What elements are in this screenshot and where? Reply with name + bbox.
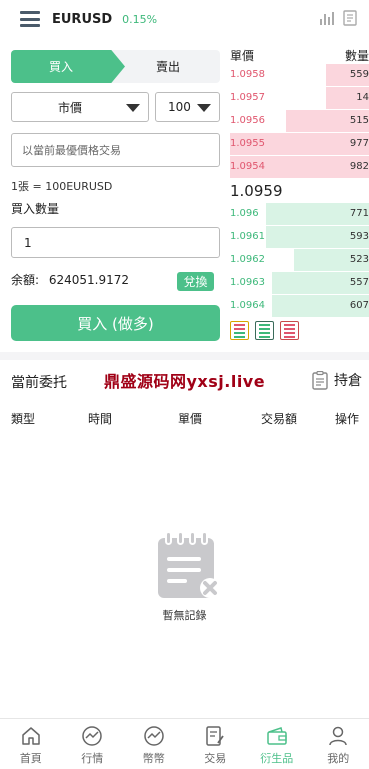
- empty-records-icon: [158, 531, 220, 598]
- quantity-label: 買入數量: [11, 202, 60, 216]
- order-type-select[interactable]: 市價: [11, 92, 149, 122]
- chevron-down-icon: [197, 104, 211, 112]
- nav-home[interactable]: 首頁: [0, 719, 62, 769]
- ask-price: 1.0958: [230, 69, 265, 80]
- document-icon[interactable]: [343, 10, 357, 26]
- balance-label: 余額:: [11, 273, 40, 287]
- order-type-value: 市價: [57, 100, 82, 115]
- bids-only-icon[interactable]: [255, 321, 274, 340]
- column-action: 操作: [335, 412, 360, 426]
- chart-icon[interactable]: [319, 10, 335, 26]
- home-icon: [22, 727, 40, 745]
- column-amount: 交易額: [261, 412, 298, 426]
- bid-row[interactable]: 1.0964 607: [230, 295, 369, 317]
- nav-label: 首頁: [19, 752, 42, 765]
- exchange-button[interactable]: 兌換: [177, 272, 214, 291]
- nav-label: 我的: [327, 752, 350, 765]
- column-time: 時間: [88, 412, 113, 426]
- ask-qty: 982: [349, 161, 369, 172]
- ask-qty: 977: [349, 138, 369, 149]
- nav-label: 交易: [204, 752, 227, 765]
- nav-derivatives[interactable]: 衍生品: [246, 719, 308, 769]
- symbol-name[interactable]: EURUSD: [52, 12, 112, 27]
- nav-coin[interactable]: 幣幣: [123, 719, 185, 769]
- bid-qty: 771: [349, 208, 369, 219]
- coin-icon: [144, 726, 164, 746]
- ask-price: 1.0957: [230, 92, 265, 103]
- bid-qty: 557: [349, 277, 369, 288]
- bid-price: 1.0962: [230, 254, 265, 265]
- last-price: 1.0959: [230, 182, 283, 200]
- orderbook-qty-header: 數量: [344, 49, 369, 63]
- price-field[interactable]: 以當前最優價格交易: [11, 133, 220, 167]
- ask-row[interactable]: 1.0954 982: [230, 156, 369, 178]
- ask-price: 1.0954: [230, 161, 265, 172]
- positions-link[interactable]: 持倉: [312, 370, 362, 390]
- quantity-input[interactable]: 1: [11, 227, 220, 258]
- bid-qty: 607: [349, 300, 369, 311]
- bid-qty: 593: [349, 231, 369, 242]
- price-placeholder: 以當前最優價格交易: [22, 144, 121, 157]
- nav-profile[interactable]: 我的: [308, 719, 369, 769]
- clipboard-icon: [312, 370, 328, 390]
- balance: 余額: 624051.9172: [11, 271, 129, 288]
- profile-icon: [329, 726, 347, 746]
- bid-row[interactable]: 1.096 771: [230, 203, 369, 225]
- column-price: 單價: [178, 412, 203, 426]
- current-orders-title: 當前委托: [11, 375, 67, 391]
- menu-icon[interactable]: [20, 11, 40, 27]
- buy-long-button[interactable]: 買入 (做多): [11, 305, 220, 341]
- bid-price: 1.0963: [230, 277, 265, 288]
- bid-row[interactable]: 1.0963 557: [230, 272, 369, 294]
- amount-select[interactable]: 100: [155, 92, 220, 122]
- wallet-icon: [267, 727, 287, 745]
- lot-info: 1張 = 100EURUSD: [11, 180, 113, 193]
- nav-label: 衍生品: [260, 752, 294, 765]
- ask-qty: 14: [356, 92, 369, 103]
- bid-price: 1.0964: [230, 300, 265, 311]
- orderbook-price-header: 單價: [230, 49, 255, 63]
- trade-icon: [206, 726, 224, 746]
- ask-row[interactable]: 1.0956 515: [230, 110, 369, 132]
- nav-label: 幣幣: [142, 752, 165, 765]
- nav-market[interactable]: 行情: [62, 719, 124, 769]
- chevron-down-icon: [126, 104, 140, 112]
- bid-row[interactable]: 1.0961 593: [230, 226, 369, 248]
- ask-price: 1.0955: [230, 138, 265, 149]
- top-bar: EURUSD 0.15%: [0, 0, 369, 38]
- both-sides-icon[interactable]: [230, 321, 249, 340]
- watermark-text: 鼎盛源码网yxsj.live: [104, 372, 266, 391]
- bottom-nav: 首頁 行情 幣幣 交易 衍生品 我的: [0, 718, 369, 769]
- ask-row[interactable]: 1.0955 977: [230, 133, 369, 155]
- ask-price: 1.0956: [230, 115, 265, 126]
- tab-buy[interactable]: 買入: [11, 50, 125, 83]
- balance-value: 624051.9172: [48, 273, 130, 287]
- ask-row[interactable]: 1.0958 559: [230, 64, 369, 86]
- quantity-value: 1: [24, 235, 32, 250]
- asks-only-icon[interactable]: [280, 321, 299, 340]
- ask-row[interactable]: 1.0957 14: [230, 87, 369, 109]
- empty-records-text: 暫無記錄: [162, 609, 207, 622]
- bid-price: 1.0961: [230, 231, 265, 242]
- bid-qty: 523: [349, 254, 369, 265]
- bid-row[interactable]: 1.0962 523: [230, 249, 369, 271]
- buy-sell-tabs: 賣出 買入: [11, 50, 220, 83]
- price-change: 0.15%: [122, 12, 158, 26]
- orderbook-mode-switch: [230, 321, 299, 340]
- column-type: 類型: [11, 412, 36, 426]
- bid-price: 1.096: [230, 208, 259, 219]
- nav-label: 行情: [81, 752, 104, 765]
- amount-value: 100: [168, 100, 191, 114]
- ask-qty: 559: [349, 69, 369, 80]
- positions-label: 持倉: [334, 373, 362, 389]
- ask-qty: 515: [349, 115, 369, 126]
- nav-trade[interactable]: 交易: [185, 719, 247, 769]
- market-icon: [82, 726, 102, 746]
- section-divider: [0, 352, 369, 360]
